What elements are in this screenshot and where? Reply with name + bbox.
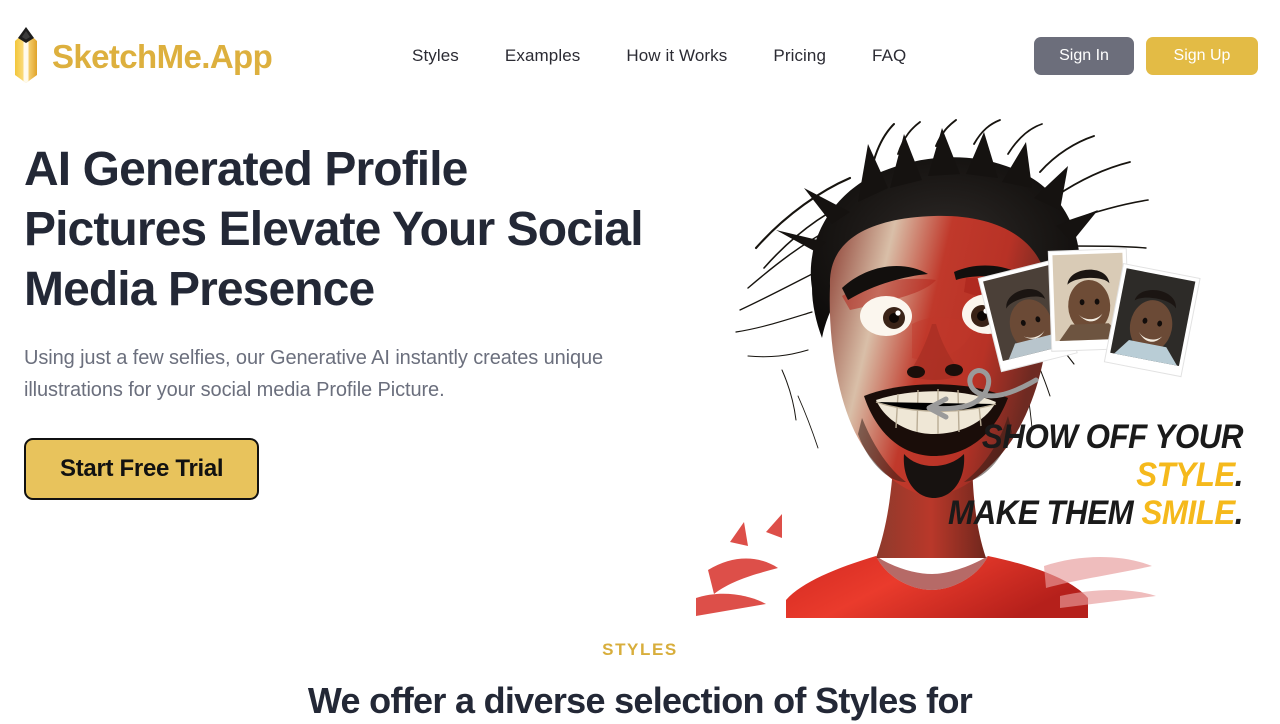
styles-eyebrow-label: STYLES — [602, 640, 678, 659]
sign-up-button[interactable]: Sign Up — [1146, 37, 1258, 75]
nav-item-styles[interactable]: Styles — [412, 40, 459, 72]
styles-section: STYLES We offer a diverse selection of S… — [0, 640, 1280, 724]
nav-item-examples[interactable]: Examples — [505, 40, 580, 72]
tagline-period-2: . — [1234, 494, 1244, 532]
auth-buttons: Sign In Sign Up — [1034, 37, 1258, 75]
hero-subtitle: Using just a few selfies, our Generative… — [24, 347, 604, 401]
site-header: SketchMe.App Styles Examples How it Work… — [0, 0, 1280, 112]
tagline-period-1: . — [1234, 456, 1244, 494]
tagline-style-word: STYLE — [1136, 456, 1235, 494]
tagline-line-1: SHOW OFF YOUR STYLE. — [930, 418, 1244, 494]
styles-section-heading: We offer a diverse selection of Styles f… — [307, 680, 973, 721]
nav-item-faq[interactable]: FAQ — [872, 40, 906, 72]
pink-sweep — [1044, 557, 1156, 608]
hero-illustration — [636, 118, 1280, 618]
tagline-line1-plain: SHOW OFF YOUR — [981, 418, 1244, 456]
page-title: AI Generated Profile Pictures Elevate Yo… — [24, 143, 644, 316]
paint-splatter — [696, 514, 782, 616]
pencil-icon — [10, 25, 42, 87]
tagline-smile-word: SMILE — [1141, 494, 1235, 532]
brand-logo-link[interactable]: SketchMe.App — [10, 25, 273, 87]
hero-copy: AI Generated Profile Pictures Elevate Yo… — [24, 140, 649, 500]
brand-name: SketchMe.App — [52, 37, 273, 75]
main-navigation: Styles Examples How it Works Pricing FAQ — [412, 40, 906, 72]
nav-item-how-it-works[interactable]: How it Works — [626, 40, 727, 72]
tagline-line-2: MAKE THEM SMILE. — [930, 494, 1243, 532]
hero-tagline: SHOW OFF YOUR STYLE. MAKE THEM SMILE. — [930, 418, 1243, 532]
sign-in-button[interactable]: Sign In — [1034, 37, 1134, 75]
start-free-trial-button[interactable]: Start Free Trial — [24, 438, 260, 500]
tagline-line2-plain: MAKE THEM — [947, 494, 1142, 532]
nav-item-pricing[interactable]: Pricing — [773, 40, 826, 72]
